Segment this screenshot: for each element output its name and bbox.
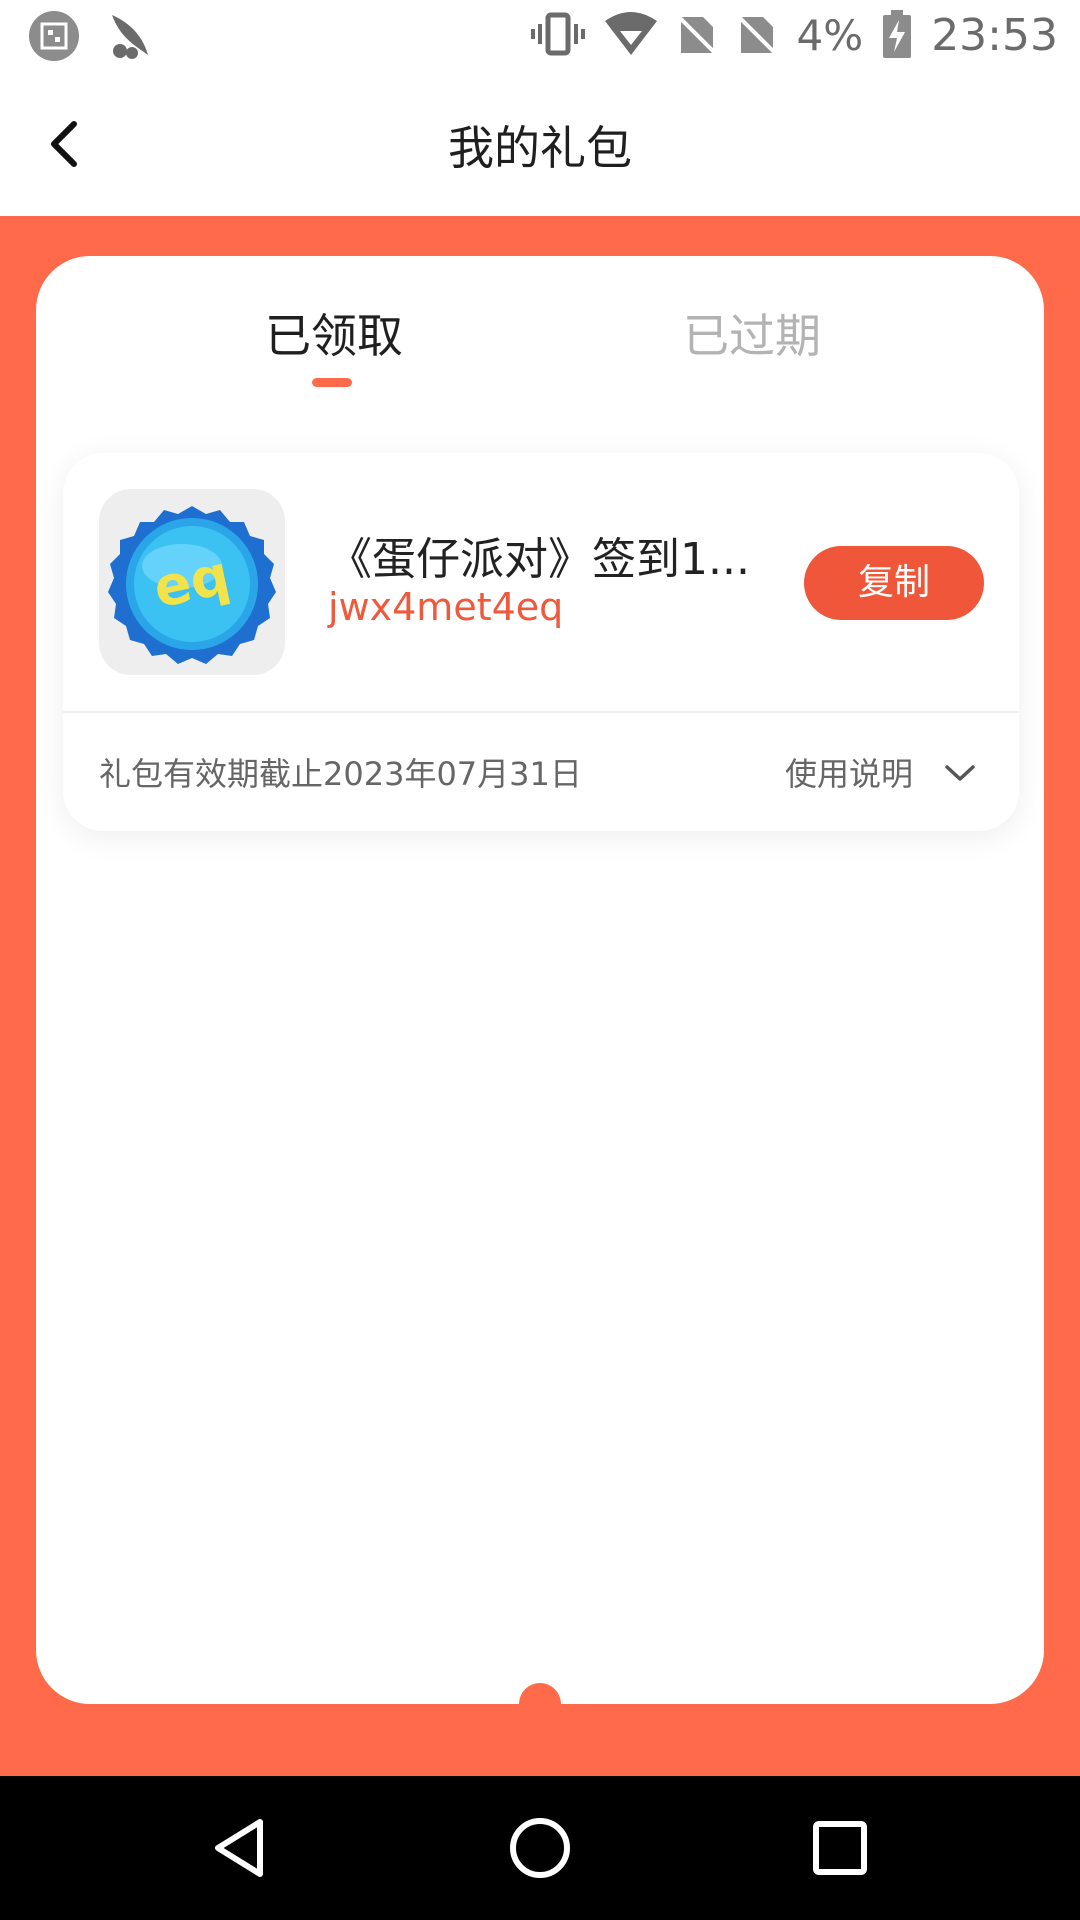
bean-app-icon <box>106 11 152 65</box>
gift-card: eq 《蛋仔派对》签到1... jwx4met4eq 复制 礼包有效期截止202… <box>63 453 1019 831</box>
tab-received[interactable]: 已领取 <box>265 300 403 366</box>
recents-square-icon[interactable] <box>804 1812 876 1884</box>
header: 我的礼包 <box>0 72 1080 216</box>
active-tab-indicator <box>312 378 352 387</box>
usage-instructions-link[interactable]: 使用说明 <box>785 749 913 795</box>
chevron-down-icon[interactable] <box>943 759 977 787</box>
tab-expired[interactable]: 已过期 <box>683 300 821 366</box>
battery-charging-icon <box>883 10 912 62</box>
no-sim-icon <box>735 11 778 61</box>
clock: 23:53 <box>931 10 1058 61</box>
copy-button[interactable]: 复制 <box>804 546 984 620</box>
no-sim-icon <box>675 11 718 61</box>
wifi-icon <box>604 11 657 61</box>
navigation-bar <box>0 1776 1080 1920</box>
back-triangle-icon[interactable] <box>206 1812 278 1884</box>
page-title: 我的礼包 <box>448 121 632 175</box>
gift-code: jwx4met4eq <box>328 585 564 629</box>
card-divider <box>63 711 1019 713</box>
battery-percent: 4% <box>796 11 864 60</box>
home-circle-icon[interactable] <box>504 1812 576 1884</box>
gift-title: 《蛋仔派对》签到1... <box>328 534 750 585</box>
qr-app-icon <box>28 10 80 66</box>
game-bottlecap-icon: eq <box>99 489 285 675</box>
expiry-text: 礼包有效期截止2023年07月31日 <box>99 755 582 793</box>
vibrate-icon <box>530 9 585 63</box>
status-bar: 4% 23:53 <box>0 0 1080 72</box>
panel-notch <box>519 1683 561 1725</box>
